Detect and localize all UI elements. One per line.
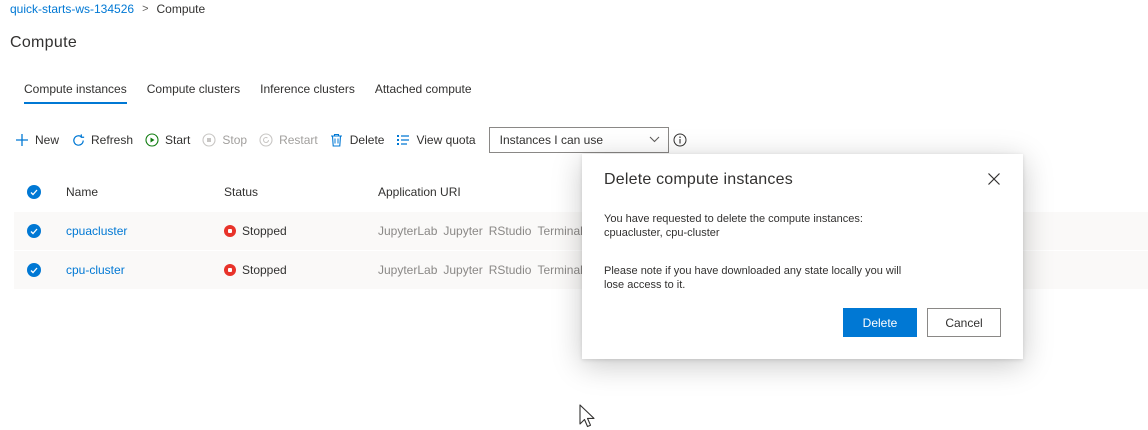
list-icon bbox=[395, 132, 411, 148]
view-quota-label: View quota bbox=[416, 133, 476, 147]
breadcrumb: quick-starts-ws-134526 > Compute bbox=[10, 2, 205, 16]
tab-inference-clusters[interactable]: Inference clusters bbox=[260, 82, 355, 104]
stopped-icon bbox=[224, 264, 236, 276]
check-circle-icon bbox=[27, 224, 41, 238]
status-text: Stopped bbox=[242, 224, 287, 238]
instances-filter-value: Instances I can use bbox=[499, 133, 604, 147]
stopped-icon bbox=[224, 225, 236, 237]
jupyter-link[interactable]: Jupyter bbox=[443, 263, 482, 277]
start-button[interactable]: Start bbox=[144, 132, 190, 148]
dialog-note-line: Please note if you have downloaded any s… bbox=[604, 265, 902, 277]
command-bar: New Refresh Start Stop Restart Delete Vi… bbox=[14, 127, 687, 153]
terminal-link[interactable]: Terminal bbox=[537, 224, 582, 238]
info-icon[interactable] bbox=[673, 133, 687, 147]
dialog-message: You have requested to delete the compute… bbox=[604, 212, 944, 240]
plus-icon bbox=[14, 132, 30, 148]
dialog-message-line: You have requested to delete the compute… bbox=[604, 213, 863, 225]
start-label: Start bbox=[165, 133, 191, 147]
restart-label: Restart bbox=[279, 133, 318, 147]
delete-compute-dialog: Delete compute instances You have reques… bbox=[582, 154, 1023, 359]
delete-label: Delete bbox=[349, 133, 385, 147]
new-label: New bbox=[35, 133, 60, 147]
chevron-down-icon bbox=[649, 134, 660, 146]
new-button[interactable]: New bbox=[14, 132, 59, 148]
stop-circle-icon bbox=[201, 132, 217, 148]
tab-compute-clusters[interactable]: Compute clusters bbox=[147, 82, 240, 104]
column-header-status[interactable]: Status bbox=[224, 185, 378, 199]
delete-button[interactable]: Delete bbox=[329, 132, 385, 148]
cancel-button[interactable]: Cancel bbox=[927, 308, 1001, 337]
play-circle-icon bbox=[144, 132, 160, 148]
terminal-link[interactable]: Terminal bbox=[537, 263, 582, 277]
status-cell: Stopped bbox=[224, 263, 378, 277]
dialog-note: Please note if you have downloaded any s… bbox=[604, 264, 944, 292]
dialog-message-instances: cpuacluster, cpu-cluster bbox=[604, 227, 720, 239]
compute-tabs: Compute instances Compute clusters Infer… bbox=[24, 82, 472, 104]
check-circle-icon bbox=[27, 263, 41, 277]
trash-icon bbox=[329, 132, 345, 148]
restart-circle-icon bbox=[258, 132, 274, 148]
check-circle-icon bbox=[27, 185, 41, 199]
jupyter-link[interactable]: Jupyter bbox=[443, 224, 482, 238]
jupyterlab-link[interactable]: JupyterLab bbox=[378, 224, 437, 238]
dialog-title: Delete compute instances bbox=[604, 171, 793, 188]
refresh-button[interactable]: Refresh bbox=[70, 132, 133, 148]
stop-button[interactable]: Stop bbox=[201, 132, 247, 148]
dialog-note-line: lose access to it. bbox=[604, 279, 686, 291]
mouse-cursor-icon bbox=[579, 404, 595, 428]
stop-label: Stop bbox=[222, 133, 248, 147]
select-all-checkbox[interactable] bbox=[14, 185, 66, 199]
close-icon[interactable] bbox=[987, 172, 1003, 188]
rstudio-link[interactable]: RStudio bbox=[489, 224, 532, 238]
tab-compute-instances[interactable]: Compute instances bbox=[24, 82, 127, 104]
rstudio-link[interactable]: RStudio bbox=[489, 263, 532, 277]
refresh-label: Refresh bbox=[91, 133, 134, 147]
row-checkbox[interactable] bbox=[14, 224, 66, 238]
instance-name-link[interactable]: cpu-cluster bbox=[66, 263, 125, 277]
breadcrumb-current: Compute bbox=[156, 2, 206, 16]
status-cell: Stopped bbox=[224, 224, 378, 238]
instance-name-link[interactable]: cpuacluster bbox=[66, 224, 127, 238]
instances-filter-dropdown[interactable]: Instances I can use bbox=[488, 127, 669, 153]
page-title: Compute bbox=[10, 34, 78, 51]
column-header-name[interactable]: Name bbox=[66, 185, 224, 199]
row-checkbox[interactable] bbox=[14, 263, 66, 277]
breadcrumb-workspace-link[interactable]: quick-starts-ws-134526 bbox=[10, 2, 134, 16]
refresh-icon bbox=[70, 132, 86, 148]
breadcrumb-separator: > bbox=[142, 3, 149, 15]
confirm-delete-button[interactable]: Delete bbox=[843, 308, 917, 337]
jupyterlab-link[interactable]: JupyterLab bbox=[378, 263, 437, 277]
view-quota-button[interactable]: View quota bbox=[395, 132, 476, 148]
tab-attached-compute[interactable]: Attached compute bbox=[375, 82, 472, 104]
restart-button[interactable]: Restart bbox=[258, 132, 318, 148]
status-text: Stopped bbox=[242, 263, 287, 277]
